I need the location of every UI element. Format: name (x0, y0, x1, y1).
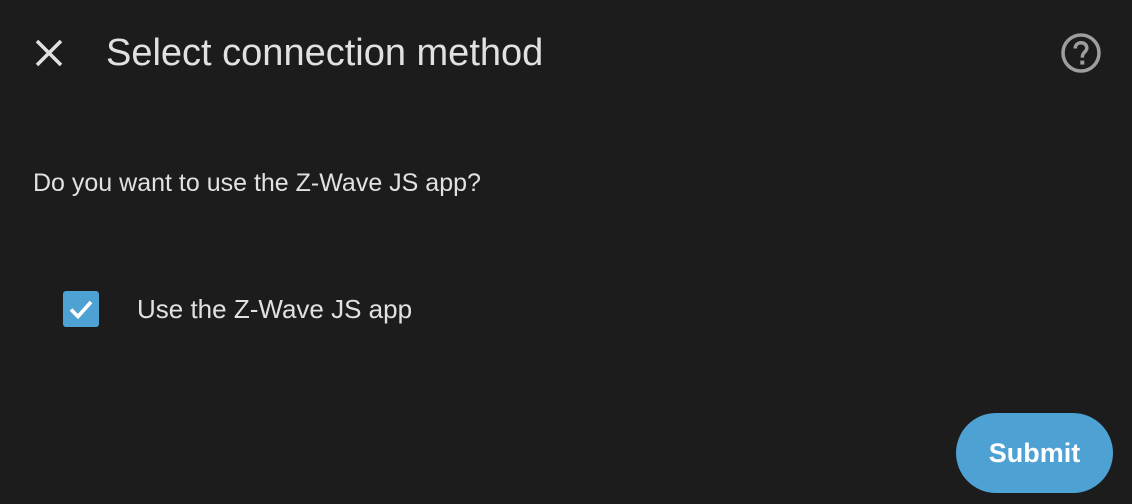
close-icon (35, 39, 63, 67)
help-button[interactable] (1056, 28, 1106, 78)
submit-button[interactable]: Submit (956, 413, 1113, 493)
checkmark-icon (69, 300, 93, 320)
dialog-description: Do you want to use the Z-Wave JS app? (33, 169, 481, 197)
connection-method-dialog: Select connection method Do you want to … (0, 0, 1132, 504)
use-zwave-app-label[interactable]: Use the Z-Wave JS app (137, 291, 412, 327)
use-zwave-app-option: Use the Z-Wave JS app (63, 290, 412, 328)
help-circle-icon (1061, 33, 1101, 73)
use-zwave-app-checkbox[interactable] (63, 291, 99, 327)
dialog-title: Select connection method (106, 32, 544, 74)
close-button[interactable] (24, 28, 74, 78)
